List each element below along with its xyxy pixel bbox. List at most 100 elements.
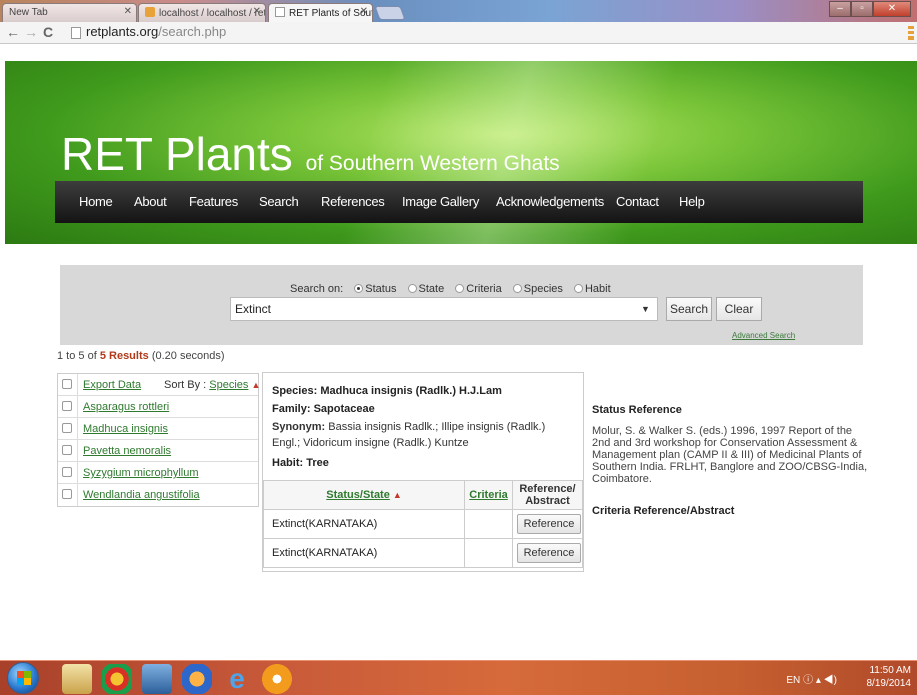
criteria-header[interactable]: Criteria	[464, 480, 513, 510]
species-link[interactable]: Pavetta nemoralis	[83, 445, 171, 457]
item-checkbox[interactable]	[62, 489, 72, 499]
sort-species-link[interactable]: Species	[209, 379, 248, 391]
search-panel: Search on: Status State Criteria Species…	[60, 265, 863, 345]
item-checkbox[interactable]	[62, 445, 72, 455]
start-button[interactable]	[7, 662, 39, 694]
item-checkbox[interactable]	[62, 467, 72, 477]
favicon-icon	[145, 7, 155, 17]
habit-label: Habit:	[272, 457, 304, 469]
close-window-icon[interactable]: ✕	[873, 1, 911, 17]
reload-icon[interactable]: C	[43, 24, 53, 40]
site-title: RET Plants of Southern Western Ghats	[61, 127, 560, 181]
select-all-checkbox[interactable]	[62, 379, 72, 389]
network-icon[interactable]: ▴	[816, 675, 821, 686]
nav-features[interactable]: Features	[189, 194, 238, 209]
tab-new-tab[interactable]: New Tab ✕	[2, 3, 137, 22]
volume-icon[interactable]: ◀)	[824, 675, 837, 686]
reference-button[interactable]: Reference	[517, 514, 581, 534]
new-tab-button[interactable]	[374, 6, 406, 20]
url-field[interactable]: retplants.org/search.php	[86, 24, 226, 39]
search-input[interactable]: Extinct	[230, 297, 655, 321]
results-time: (0.20 seconds)	[151, 350, 225, 362]
search-on-label: Search on:	[290, 283, 344, 295]
radio-species[interactable]	[512, 284, 522, 293]
advanced-search-link[interactable]: Advanced Search	[732, 331, 795, 340]
dropdown-arrow-icon[interactable]: ▼	[634, 297, 658, 321]
radio-status[interactable]	[354, 284, 364, 293]
clear-button[interactable]: Clear	[716, 297, 762, 321]
nav-help[interactable]: Help	[679, 194, 705, 209]
minimize-icon[interactable]: –	[829, 1, 851, 17]
language-indicator[interactable]: EN	[786, 675, 800, 686]
list-item: Wendlandia angustifolia	[58, 484, 258, 506]
address-bar: ← → C retplants.org/search.php	[0, 22, 917, 44]
radio-label: Habit	[584, 283, 611, 295]
nav-about[interactable]: About	[134, 194, 167, 209]
main-navbar: Home About Features Search References Im…	[55, 181, 863, 223]
family-label: Family:	[272, 403, 311, 415]
nav-search[interactable]: Search	[259, 194, 299, 209]
close-tab-icon[interactable]: ✕	[253, 6, 261, 17]
internet-explorer-icon[interactable]: e	[222, 664, 252, 694]
sort-by-label: Sort By :	[164, 379, 207, 391]
header-banner: RET Plants of Southern Western Ghats Hom…	[5, 61, 917, 244]
nav-home[interactable]: Home	[79, 194, 113, 209]
status-reference-title: Status Reference	[592, 404, 682, 416]
species-line: Species: Madhuca insignis (Radlk.) H.J.L…	[272, 385, 502, 397]
reference-button[interactable]: Reference	[517, 543, 581, 563]
site-title-main: RET Plants	[61, 128, 293, 180]
species-detail: Species: Madhuca insignis (Radlk.) H.J.L…	[262, 372, 584, 572]
species-link[interactable]: Wendlandia angustifolia	[83, 489, 200, 501]
system-tray: EN ⓘ ▴ ◀)	[786, 671, 837, 686]
back-icon[interactable]: ←	[6, 24, 20, 40]
criteria-sort-link[interactable]: Criteria	[469, 489, 508, 501]
status-state-header[interactable]: Status/State ▲	[262, 480, 466, 510]
radio-state[interactable]	[407, 284, 417, 293]
radio-label: Species	[523, 283, 563, 295]
radio-criteria[interactable]	[455, 284, 465, 293]
item-checkbox[interactable]	[62, 423, 72, 433]
nav-acknowledgements[interactable]: Acknowledgements	[496, 194, 604, 209]
chrome-icon[interactable]	[102, 664, 132, 694]
site-title-sub: of Southern Western Ghats	[305, 152, 560, 175]
calculator-icon[interactable]	[142, 664, 172, 694]
nav-image-gallery[interactable]: Image Gallery	[402, 194, 479, 209]
criteria-reference-title: Criteria Reference/Abstract	[592, 505, 735, 517]
list-item: Asparagus rottleri	[58, 396, 258, 418]
list-item: Madhuca insignis	[58, 418, 258, 440]
tab-label: localhost / localhost / ret	[159, 8, 266, 19]
synonym-label: Synonym:	[272, 421, 326, 433]
firefox-icon[interactable]	[182, 664, 212, 694]
list-header: Export Data Sort By : Species ▲	[58, 374, 260, 396]
forward-icon[interactable]: →	[24, 24, 38, 40]
radio-label: Status	[365, 283, 397, 295]
url-domain: retplants.org	[86, 24, 159, 39]
radio-habit[interactable]	[573, 284, 583, 293]
species-link[interactable]: Madhuca insignis	[83, 423, 168, 435]
status-state-sort-link[interactable]: Status/State	[326, 489, 390, 501]
media-player-icon[interactable]	[262, 664, 292, 694]
habit-line: Habit: Tree	[272, 457, 329, 469]
browser-titlebar: New Tab ✕ localhost / localhost / ret ✕ …	[0, 0, 917, 22]
habit-value: Tree	[306, 457, 329, 469]
taskbar: e EN ⓘ ▴ ◀) 11:50 AM 8/19/2014	[0, 660, 917, 695]
nav-contact[interactable]: Contact	[616, 194, 659, 209]
species-link[interactable]: Syzygium microphyllum	[83, 467, 199, 479]
nav-references[interactable]: References	[321, 194, 385, 209]
item-checkbox[interactable]	[62, 401, 72, 411]
close-tab-icon[interactable]: ✕	[124, 6, 132, 17]
clock[interactable]: 11:50 AM 8/19/2014	[867, 664, 912, 690]
tab-retplants[interactable]: RET Plants of Southern W ✕	[268, 3, 373, 22]
help-icon[interactable]: ⓘ	[803, 675, 813, 686]
menu-icon[interactable]	[908, 26, 914, 40]
maximize-icon[interactable]: ▫	[851, 1, 873, 17]
status-cell: Extinct(KARNATAKA)	[262, 538, 466, 568]
search-button[interactable]: Search	[666, 297, 712, 321]
species-link[interactable]: Asparagus rottleri	[83, 401, 169, 413]
file-explorer-icon[interactable]	[62, 664, 92, 694]
reference-cell: Reference	[512, 538, 583, 568]
export-data-link[interactable]: Export Data	[83, 379, 141, 391]
window-controls: – ▫ ✕	[829, 1, 911, 17]
close-tab-icon[interactable]: ✕	[360, 6, 368, 17]
tab-localhost[interactable]: localhost / localhost / ret ✕	[138, 3, 266, 22]
